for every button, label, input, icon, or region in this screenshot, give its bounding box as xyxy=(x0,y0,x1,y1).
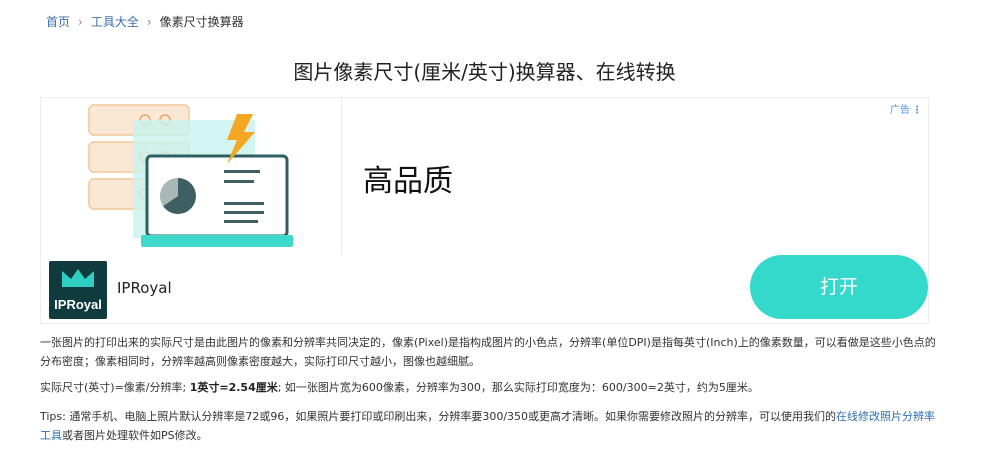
tips-paragraph: Tips: 通常手机、电脑上照片默认分辨率是72或96，如果照片要打印或印刷出来… xyxy=(40,407,940,445)
ad-info-tag[interactable]: 广告 ⋮ xyxy=(890,101,922,116)
tips-text: Tips: 通常手机、电脑上照片默认分辨率是72或96，如果照片要打印或印刷出来… xyxy=(40,410,837,423)
ad-top-section[interactable]: 高品质 广告 ⋮ xyxy=(41,98,928,255)
crown-icon xyxy=(62,269,94,287)
ad-brand-name[interactable]: IPRoyal xyxy=(117,279,172,297)
ad-logo-text: IPRoyal xyxy=(54,297,102,312)
intro-paragraph: 一张图片的打印出来的实际尺寸是由此图片的像素和分辨率共同决定的，像素(Pixel… xyxy=(40,336,936,368)
ad-banner[interactable]: 高品质 广告 ⋮ IPRoyal IPRoyal 打开 xyxy=(40,97,929,324)
breadcrumb-home-link[interactable]: 首页 xyxy=(46,13,70,30)
ad-headline[interactable]: 高品质 xyxy=(363,156,453,200)
ad-bottom-bar[interactable]: IPRoyal IPRoyal 打开 xyxy=(41,255,928,323)
formula-example-text: ; 如一张图片宽为600像素，分辨率为300，那么实际打印宽度为：600/300… xyxy=(277,381,759,394)
breadcrumb-separator: › xyxy=(78,14,83,29)
ad-open-button[interactable]: 打开 xyxy=(750,255,928,319)
breadcrumb: 首页 › 工具大全 › 像素尺寸换算器 xyxy=(46,13,244,30)
page-title: 图片像素尺寸(厘米/英寸)换算器、在线转换 xyxy=(293,60,676,84)
server-laptop-illustration-icon xyxy=(88,104,293,247)
ad-tag-label: 广告 xyxy=(890,105,910,116)
breadcrumb-current: 像素尺寸换算器 xyxy=(159,15,244,29)
breadcrumb-tools-link[interactable]: 工具大全 xyxy=(91,13,139,30)
more-options-icon: ⋮ xyxy=(912,105,922,116)
formula-paragraph: 实际尺寸(英寸)=像素/分辨率; 1英寸=2.54厘米; 如一张图片宽为600像… xyxy=(40,378,940,397)
ad-brand-logo[interactable]: IPRoyal xyxy=(49,261,107,319)
ad-illustration[interactable] xyxy=(41,98,342,255)
breadcrumb-separator: › xyxy=(146,14,152,29)
tips-suffix-text: 或者图片处理软件如PS修改。 xyxy=(62,429,208,442)
formula-text: 实际尺寸(英寸)=像素/分辨率; xyxy=(40,381,190,394)
formula-bold-conversion: 1英寸=2.54厘米 xyxy=(189,381,278,394)
